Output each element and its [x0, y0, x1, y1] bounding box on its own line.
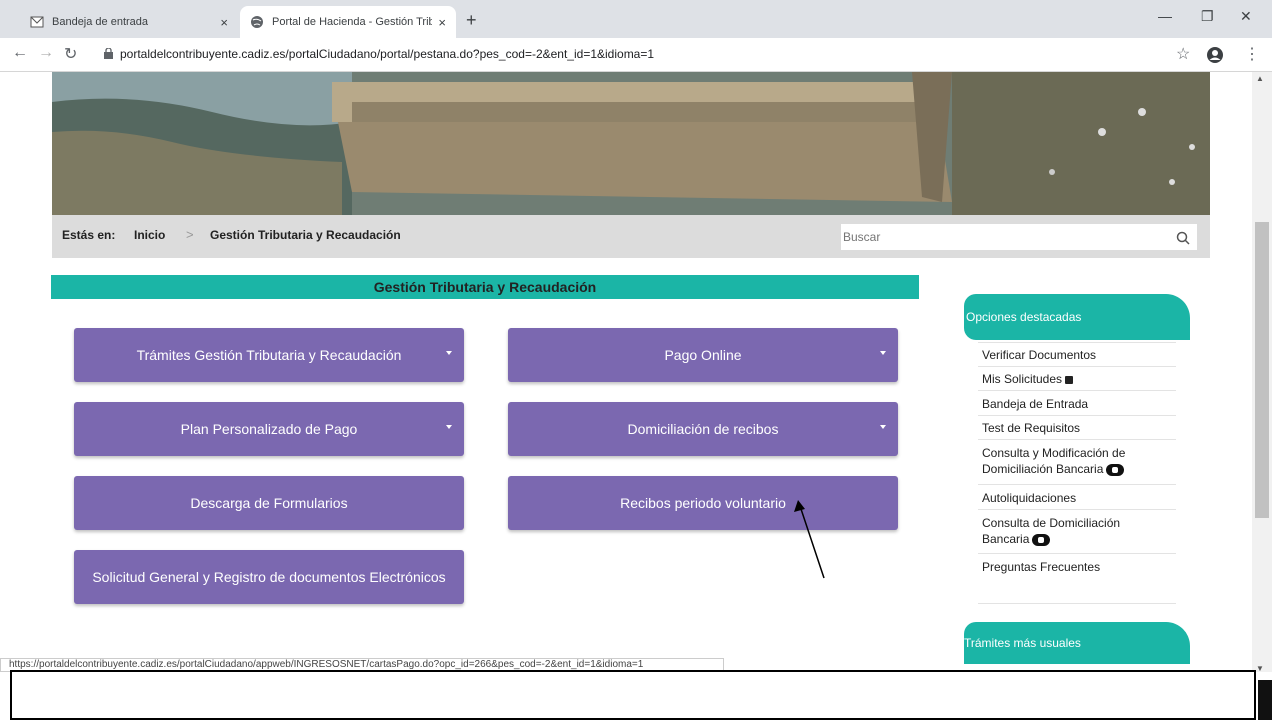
close-window-icon[interactable]: ✕ — [1240, 8, 1252, 25]
page-viewport: Estás en: Inicio > Gestión Tributaria y … — [0, 72, 1272, 716]
close-tab-icon[interactable]: × — [220, 15, 228, 30]
sidebar-item-consulta-domiciliacion[interactable]: Consulta de Domiciliación Bancaria — [982, 515, 1120, 547]
divider — [978, 509, 1176, 510]
search-icon[interactable] — [1176, 231, 1190, 245]
sidebar-heading-text: Opciones destacadas — [966, 310, 1082, 324]
lock-badge-icon — [1032, 533, 1051, 546]
sidebar-heading-2: Trámites más usuales — [964, 622, 1190, 664]
sidebar-heading: Opciones destacadas — [964, 294, 1190, 340]
mail-icon — [30, 16, 44, 28]
lock-icon — [1065, 375, 1074, 384]
tab-title: Bandeja de entrada — [52, 16, 149, 28]
minimize-icon[interactable]: — — [1158, 8, 1172, 24]
breadcrumb-separator: > — [186, 227, 194, 242]
divider — [978, 415, 1176, 416]
button-label: Descarga de Formularios — [190, 495, 348, 511]
recibos-periodo-voluntario-button[interactable]: Recibos periodo voluntario — [508, 476, 898, 530]
sidebar-item-label: Test de Requisitos — [982, 421, 1081, 435]
reload-icon[interactable]: ↻ — [64, 44, 77, 64]
divider — [978, 366, 1176, 367]
address-bar: ← → ↻ portaldelcontribuyente.cadiz.es/po… — [0, 38, 1272, 72]
section-title: Gestión Tributaria y Recaudación — [51, 275, 919, 299]
close-tab-icon[interactable]: × — [438, 15, 446, 30]
tab-portal-hacienda[interactable]: Portal de Hacienda - Gestión Trib × — [240, 6, 456, 38]
sidebar-item-label: Bandeja de Entrada — [982, 397, 1089, 411]
tramites-gestion-button[interactable]: Trámites Gestión Tributaria y Recaudació… — [74, 328, 464, 382]
button-label: Pago Online — [664, 347, 742, 363]
caret-down-icon — [880, 351, 886, 355]
tab-bandeja[interactable]: Bandeja de entrada × — [20, 6, 238, 38]
caret-down-icon — [446, 425, 452, 429]
star-icon[interactable]: ☆ — [1176, 44, 1190, 64]
dark-edge — [1258, 680, 1272, 720]
sidebar-item-label: Consulta de Domiciliación — [982, 516, 1121, 530]
sidebar-item-label: Consulta y Modificación de — [982, 446, 1126, 460]
solicitud-general-button[interactable]: Solicitud General y Registro de document… — [74, 550, 464, 604]
new-tab-button[interactable]: + — [466, 10, 477, 31]
scroll-down-icon[interactable]: ▼ — [1256, 664, 1264, 673]
divider — [978, 553, 1176, 554]
overlay-box — [10, 670, 1256, 720]
button-label: Solicitud General y Registro de document… — [92, 569, 446, 585]
lock-icon — [104, 48, 113, 59]
divider — [978, 390, 1176, 391]
tab-title: Portal de Hacienda - Gestión Trib — [272, 16, 433, 28]
globe-icon — [251, 16, 263, 28]
sidebar-item-mis-solicitudes[interactable]: Mis Solicitudes — [982, 371, 1074, 387]
sidebar-item-label: Autoliquidaciones — [982, 491, 1077, 505]
pago-online-button[interactable]: Pago Online — [508, 328, 898, 382]
sidebar-item-test-requisitos[interactable]: Test de Requisitos — [982, 420, 1080, 436]
button-label: Domiciliación de recibos — [627, 421, 779, 437]
scroll-up-icon[interactable]: ▲ — [1256, 74, 1264, 83]
scrollbar-thumb[interactable] — [1255, 222, 1269, 518]
breadcrumb-home-link[interactable]: Inicio — [134, 228, 165, 242]
sidebar-item-autoliquidaciones[interactable]: Autoliquidaciones — [982, 490, 1076, 506]
divider — [978, 342, 1176, 343]
search-input[interactable] — [841, 224, 1197, 250]
sidebar-heading-text: Trámites más usuales — [964, 636, 1081, 650]
forward-icon[interactable]: → — [38, 44, 54, 62]
sidebar-item-preguntas[interactable]: Preguntas Frecuentes — [982, 559, 1100, 575]
sidebar-item-consulta-modificacion[interactable]: Consulta y Modificación de Domiciliación… — [982, 445, 1125, 477]
button-label: Trámites Gestión Tributaria y Recaudació… — [136, 347, 402, 363]
browser-tab-bar: Bandeja de entrada × Portal de Hacienda … — [0, 0, 1272, 38]
maximize-icon[interactable]: ❐ — [1201, 8, 1214, 25]
breadcrumb-prefix: Estás en: — [62, 228, 116, 242]
sidebar-item-label: Preguntas Frecuentes — [982, 560, 1101, 574]
sidebar-item-label: Bancaria — [982, 532, 1030, 546]
menu-icon[interactable]: ⋮ — [1244, 44, 1260, 64]
annotation-arrow — [794, 500, 825, 579]
sidebar-item-label: Mis Solicitudes — [982, 372, 1063, 386]
url-field[interactable]: portaldelcontribuyente.cadiz.es/portalCi… — [120, 47, 654, 61]
sidebar-item-label: Domiciliación Bancaria — [982, 462, 1104, 476]
domiciliacion-recibos-button[interactable]: Domiciliación de recibos — [508, 402, 898, 456]
back-icon[interactable]: ← — [12, 44, 28, 62]
sidebar-item-verificar[interactable]: Verificar Documentos — [982, 347, 1096, 363]
plan-personalizado-button[interactable]: Plan Personalizado de Pago — [74, 402, 464, 456]
button-label: Plan Personalizado de Pago — [180, 421, 358, 437]
sidebar-item-label: Verificar Documentos — [982, 348, 1097, 362]
sidebar-item-bandeja[interactable]: Bandeja de Entrada — [982, 396, 1088, 412]
hero-image — [52, 72, 1210, 215]
divider — [978, 484, 1176, 485]
profile-icon[interactable] — [1206, 46, 1224, 64]
divider — [978, 603, 1176, 604]
descarga-formularios-button[interactable]: Descarga de Formularios — [74, 476, 464, 530]
lock-badge-icon — [1106, 463, 1125, 476]
caret-down-icon — [446, 351, 452, 355]
breadcrumb-current: Gestión Tributaria y Recaudación — [210, 228, 401, 242]
caret-down-icon — [880, 425, 886, 429]
divider — [978, 439, 1176, 440]
castle-photo — [52, 72, 1210, 215]
button-label: Recibos periodo voluntario — [620, 495, 786, 511]
